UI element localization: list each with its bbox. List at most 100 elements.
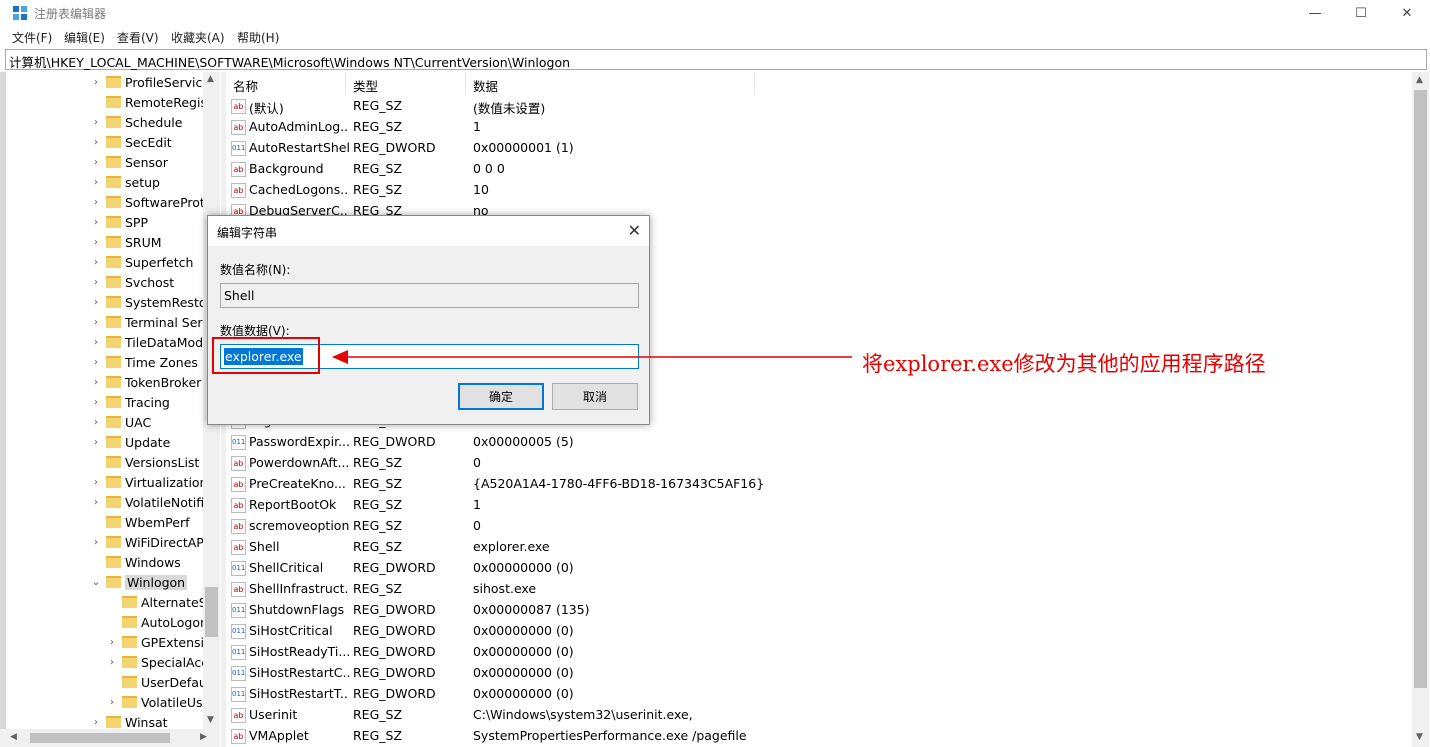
tree-item[interactable]: › Virtualization <box>90 472 207 492</box>
close-button[interactable]: ✕ <box>1384 0 1430 26</box>
chevron-right-icon[interactable]: › <box>90 277 102 288</box>
chevron-right-icon[interactable]: › <box>90 417 102 428</box>
minimize-button[interactable]: — <box>1292 0 1338 26</box>
value-row[interactable]: ab CachedLogons... REG_SZ 10 <box>226 180 1406 201</box>
chevron-down-icon[interactable]: ⌄ <box>90 577 102 588</box>
scroll-up-icon[interactable]: ▲ <box>207 74 214 84</box>
tree-item[interactable]: RemoteRegis <box>90 92 207 112</box>
chevron-right-icon[interactable]: › <box>106 637 118 648</box>
value-row[interactable]: 011 SiHostReadyTi... REG_DWORD 0x00000000 (… <box>226 642 1406 663</box>
values-scroll-thumb[interactable] <box>1414 90 1427 688</box>
tree-item[interactable]: › SPP <box>90 212 148 232</box>
value-row[interactable]: ab ShellInfrastruct... REG_SZ sihost.exe <box>226 579 1406 600</box>
chevron-right-icon[interactable]: › <box>90 497 102 508</box>
value-row[interactable]: ab ReportBootOk REG_SZ 1 <box>226 495 1406 516</box>
value-row[interactable]: 011 PasswordExpir... REG_DWORD 0x00000005 (… <box>226 432 1406 453</box>
address-bar[interactable]: 计算机\HKEY_LOCAL_MACHINE\SOFTWARE\Microsof… <box>5 49 1427 70</box>
value-row[interactable]: ab (默认) REG_SZ (数值未设置) <box>226 96 1406 117</box>
tree-item[interactable]: › setup <box>90 172 160 192</box>
chevron-right-icon[interactable]: › <box>90 437 102 448</box>
scroll-right-icon[interactable]: ▶ <box>200 732 207 742</box>
chevron-right-icon[interactable]: › <box>90 477 102 488</box>
tree-item[interactable]: AutoLogon <box>106 612 208 632</box>
value-row[interactable]: 011 SiHostCritical REG_DWORD 0x00000000 (0) <box>226 621 1406 642</box>
tree-item[interactable]: › ProfileService <box>90 72 210 92</box>
chevron-right-icon[interactable]: › <box>90 197 102 208</box>
chevron-right-icon[interactable]: › <box>90 357 102 368</box>
chevron-right-icon[interactable]: › <box>90 137 102 148</box>
scroll-left-icon[interactable]: ◀ <box>10 732 17 742</box>
value-row[interactable]: ab PreCreateKno... REG_SZ {A520A1A4-1780-4F… <box>226 474 1406 495</box>
tree-item[interactable]: UserDefau <box>106 672 207 692</box>
value-row[interactable]: ab Shell REG_SZ explorer.exe <box>226 537 1406 558</box>
chevron-right-icon[interactable]: › <box>90 297 102 308</box>
chevron-right-icon[interactable]: › <box>90 377 102 388</box>
tree-item[interactable]: › SpecialAcc <box>106 652 208 672</box>
tree-item[interactable]: VersionsList <box>90 452 199 472</box>
tree-item[interactable]: › GPExtensio <box>106 632 212 652</box>
maximize-button[interactable]: ☐ <box>1338 0 1384 26</box>
tree-item[interactable]: › Schedule <box>90 112 182 132</box>
menu-file[interactable]: 文件(F) <box>12 29 52 46</box>
tree-item[interactable]: › Sensor <box>90 152 168 172</box>
tree-hscroll-thumb[interactable] <box>30 733 170 743</box>
tree-item[interactable]: › VolatileUse <box>106 692 210 712</box>
value-row[interactable]: 011 ShutdownFlags REG_DWORD 0x00000087 (135… <box>226 600 1406 621</box>
chevron-right-icon[interactable]: › <box>90 717 102 728</box>
chevron-right-icon[interactable]: › <box>90 317 102 328</box>
value-row[interactable]: ab PowerdownAft... REG_SZ 0 <box>226 453 1406 474</box>
menu-help[interactable]: 帮助(H) <box>237 29 279 46</box>
scroll-down-icon[interactable]: ▼ <box>1416 732 1423 742</box>
scroll-down-icon[interactable]: ▼ <box>207 715 214 725</box>
ok-button[interactable]: 确定 <box>458 383 544 410</box>
column-header-type[interactable]: 类型 <box>346 72 466 95</box>
tree-item[interactable]: › UAC <box>90 412 151 432</box>
chevron-right-icon[interactable]: › <box>90 77 102 88</box>
chevron-right-icon[interactable]: › <box>106 657 118 668</box>
cancel-button[interactable]: 取消 <box>552 383 638 410</box>
menu-favorites[interactable]: 收藏夹(A) <box>171 29 225 46</box>
chevron-right-icon[interactable]: › <box>90 117 102 128</box>
chevron-right-icon[interactable]: › <box>90 217 102 228</box>
chevron-right-icon[interactable]: › <box>90 157 102 168</box>
tree-item[interactable]: › VolatileNotifi <box>90 492 204 512</box>
tree-item[interactable]: › Update <box>90 432 170 452</box>
value-row[interactable]: 011 SiHostRestartC... REG_DWORD 0x00000000 … <box>226 663 1406 684</box>
tree-item[interactable]: › Time Zones <box>90 352 198 372</box>
value-row[interactable]: ab Userinit REG_SZ C:\Windows\system32\user… <box>226 705 1406 726</box>
tree-item[interactable]: ⌄ Winlogon <box>90 572 188 592</box>
tree-item[interactable]: Windows <box>90 552 181 572</box>
chevron-right-icon[interactable]: › <box>90 537 102 548</box>
tree-item[interactable]: AlternateSh <box>106 592 215 612</box>
menu-view[interactable]: 查看(V) <box>117 29 159 46</box>
tree-scroll-thumb[interactable] <box>205 587 218 637</box>
tree-item[interactable]: › SoftwareProte <box>90 192 213 212</box>
column-header-data[interactable]: 数据 <box>466 72 755 95</box>
chevron-right-icon[interactable]: › <box>90 257 102 268</box>
value-row[interactable]: 011 ShellCritical REG_DWORD 0x00000000 (0) <box>226 558 1406 579</box>
tree-item[interactable]: › TileDataMode <box>90 332 211 352</box>
tree-item[interactable]: › SecEdit <box>90 132 172 152</box>
scroll-up-icon[interactable]: ▲ <box>1416 75 1423 85</box>
tree-item[interactable]: › Tracing <box>90 392 170 412</box>
tree-item[interactable]: › TokenBroker <box>90 372 201 392</box>
chevron-right-icon[interactable]: › <box>90 397 102 408</box>
chevron-right-icon[interactable]: › <box>90 237 102 248</box>
tree-item[interactable]: › SRUM <box>90 232 162 252</box>
value-row[interactable]: ab Background REG_SZ 0 0 0 <box>226 159 1406 180</box>
values-vertical-scrollbar[interactable]: ▲ ▼ <box>1412 72 1429 747</box>
dialog-close-icon[interactable]: ✕ <box>628 221 641 240</box>
column-header-name[interactable]: 名称 <box>226 72 346 95</box>
chevron-right-icon[interactable]: › <box>90 337 102 348</box>
value-row[interactable]: ab scremoveoption REG_SZ 0 <box>226 516 1406 537</box>
tree-horizontal-scrollbar[interactable]: ◀ ▶ <box>0 729 220 747</box>
value-row[interactable]: 011 SiHostRestartT... REG_DWORD 0x00000000 … <box>226 684 1406 705</box>
tree-item[interactable]: › WiFiDirectAPI <box>90 532 208 552</box>
chevron-right-icon[interactable]: › <box>106 697 118 708</box>
chevron-right-icon[interactable]: › <box>90 177 102 188</box>
tree-item[interactable]: › Superfetch <box>90 252 193 272</box>
value-row[interactable]: 011 AutoRestartShell REG_DWORD 0x00000001 (… <box>226 138 1406 159</box>
value-row[interactable]: ab VMApplet REG_SZ SystemPropertiesPerforma… <box>226 726 1406 747</box>
tree-item[interactable]: WbemPerf <box>90 512 189 532</box>
menu-edit[interactable]: 编辑(E) <box>64 29 105 46</box>
